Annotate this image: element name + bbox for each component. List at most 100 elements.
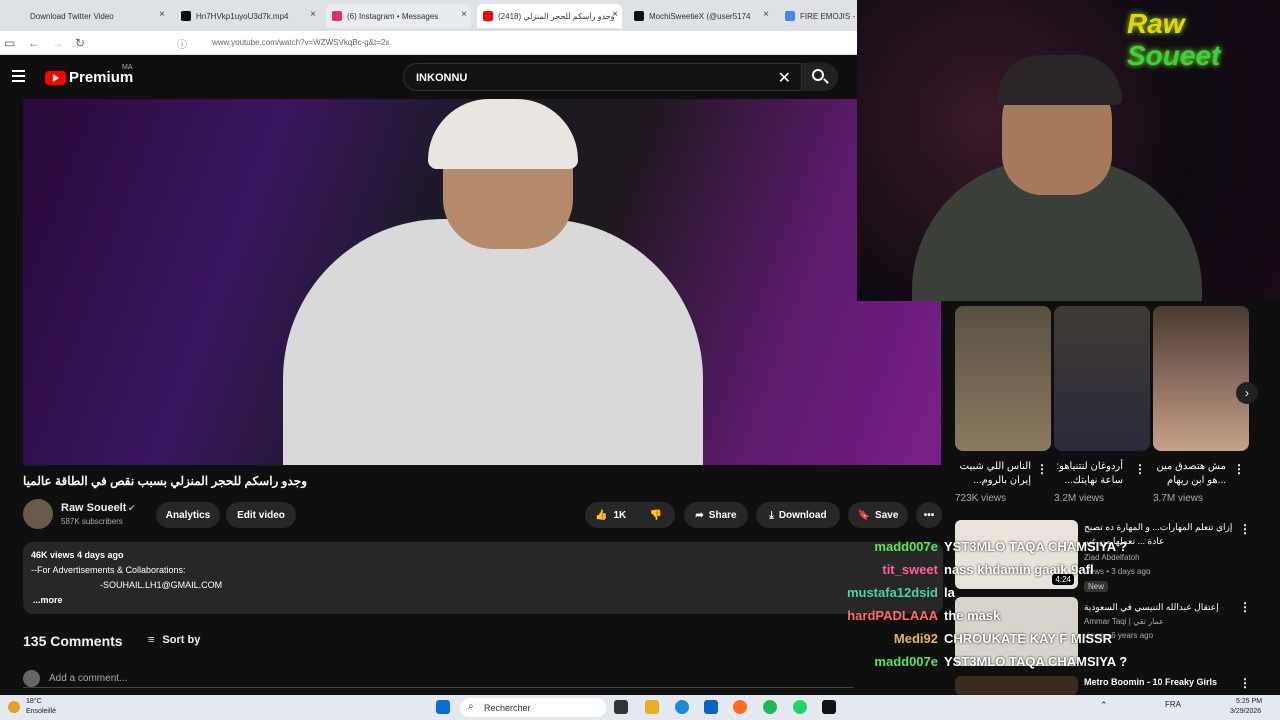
clock-time[interactable]: 5:25 PM <box>1236 698 1262 705</box>
chat-message: Medi92 CHROUKATE KAY F MISSR <box>830 627 1140 650</box>
taskbar-search[interactable]: ⌕ Rechercher <box>460 698 606 717</box>
tab-download-twitter[interactable]: Download Twitter Video × <box>24 4 169 28</box>
url-field[interactable]: www.youtube.com/watch?v=WZWSVkqBc-g&t=2s <box>212 38 389 47</box>
chevron-up-icon[interactable]: ⌃ <box>1100 700 1108 711</box>
store-icon[interactable] <box>704 700 718 714</box>
view-meta: 46K views 4 days ago <box>31 550 124 560</box>
start-icon[interactable] <box>436 700 450 714</box>
close-tab-icon[interactable]: × <box>461 9 467 20</box>
chevron-right-icon[interactable]: › <box>1236 382 1258 404</box>
download-icon: ⤓ <box>769 509 774 521</box>
search-box[interactable]: INKONNU ✕ <box>403 63 802 91</box>
reload-icon[interactable]: ↻ <box>75 36 85 50</box>
instagram-icon <box>332 11 342 21</box>
short-views: 3.7M views <box>1153 493 1204 504</box>
share-icon: ➦ <box>695 509 704 521</box>
chat-text: la <box>944 585 955 600</box>
chat-text: nass khdamin gaaik 9afl <box>944 562 1094 577</box>
video-player[interactable] <box>23 99 941 465</box>
close-tab-icon[interactable]: × <box>310 9 316 20</box>
region-label: MA <box>122 64 133 71</box>
back-icon[interactable]: ← <box>28 36 40 50</box>
weather-temp[interactable]: 18°C <box>26 698 42 705</box>
premium-logo[interactable]: Premium <box>69 69 133 86</box>
chat-message: hardPADLAAA the mask <box>830 604 1140 627</box>
close-tab-icon[interactable]: × <box>612 9 618 20</box>
tab-youtube[interactable]: (2418) وجدو راسكم للحجر المنزلي × <box>477 4 622 28</box>
short-thumbnail[interactable] <box>1153 306 1249 451</box>
close-tab-icon[interactable]: × <box>159 9 165 20</box>
menu-icon[interactable] <box>12 70 25 82</box>
related-title[interactable]: Metro Boomin - 10 Freaky Girls <box>1084 677 1217 687</box>
search-input[interactable]: INKONNU <box>416 72 467 84</box>
tiktok-icon <box>634 11 644 21</box>
site-info-icon[interactable]: ⓘ <box>177 36 187 51</box>
analytics-button[interactable]: Analytics <box>156 502 220 528</box>
sort-icon: ≡ <box>148 634 155 646</box>
close-tab-icon[interactable]: × <box>763 9 769 20</box>
description-line-1: --For Advertisements & Collaborations: <box>31 565 186 575</box>
language-indicator[interactable]: FRA <box>1165 700 1181 709</box>
thumbs-down-icon: 👎 <box>649 509 663 521</box>
chat-text: YST3MLO TAQA CHAMSIYA ? <box>944 539 1128 554</box>
chat-text: CHROUKATE KAY F MISSR <box>944 631 1113 646</box>
more-vert-icon[interactable]: ⋮ <box>1239 600 1251 614</box>
forward-icon[interactable]: → <box>52 36 64 50</box>
verified-icon: ✔ <box>128 503 136 513</box>
sort-button[interactable]: ≡ Sort by <box>148 634 200 646</box>
search-button[interactable] <box>802 63 838 91</box>
related-thumbnail[interactable] <box>955 676 1078 695</box>
channel-avatar[interactable] <box>23 499 53 529</box>
edit-video-button[interactable]: Edit video <box>226 502 296 528</box>
windows-taskbar: 18°C Ensoleillé ⌕ Rechercher ⌃ FRA 5:25 P… <box>0 695 1280 720</box>
search-icon: ⌕ <box>468 701 474 712</box>
like-button[interactable]: 👍 1K <box>585 502 637 528</box>
edge-icon[interactable] <box>675 700 689 714</box>
app-icon[interactable] <box>822 700 836 714</box>
channel-row: Raw Soueelt ✔ 587K subscribers Analytics… <box>23 499 943 531</box>
short-thumbnail[interactable] <box>955 306 1051 451</box>
more-vert-icon[interactable]: ⋮ <box>1239 676 1251 690</box>
task-view-icon[interactable] <box>614 700 628 714</box>
description-box[interactable]: 46K views 4 days ago --For Advertisement… <box>23 542 943 614</box>
short-title[interactable]: مش هتصدق مين ...هو ابن ريهام <box>1141 460 1226 488</box>
x-logo-icon <box>181 11 191 21</box>
channel-name[interactable]: Raw Soueelt <box>61 502 126 514</box>
weather-desc[interactable]: Ensoleillé <box>26 708 56 715</box>
chat-username: madd007e <box>874 654 938 669</box>
more-vert-icon[interactable]: ⋮ <box>1036 462 1048 476</box>
youtube-logo-icon[interactable] <box>45 71 66 85</box>
short-title[interactable]: الناس اللي شبيت إيران بالروم... <box>946 460 1031 488</box>
file-explorer-icon[interactable] <box>645 700 659 714</box>
dislike-button[interactable]: 👎 <box>637 502 675 528</box>
share-button[interactable]: ➦ Share <box>684 502 748 528</box>
spotify-icon[interactable] <box>763 700 777 714</box>
clock-date[interactable]: 3/29/2026 <box>1230 708 1261 715</box>
add-comment-field[interactable]: Add a comment... <box>23 670 853 688</box>
more-link[interactable]: ...more <box>33 595 63 605</box>
related-title[interactable]: إزاي تتعلم المهارات... و المهارة ده تصبح <box>1084 522 1232 533</box>
save-button[interactable]: 🔖 Save <box>848 502 908 528</box>
download-button[interactable]: ⤓ Download <box>756 502 840 528</box>
more-vert-icon[interactable]: ⋮ <box>1134 462 1146 476</box>
tab-tiktok[interactable]: MochiSweetieX (@user5174 × <box>628 4 773 28</box>
chat-message: madd007e YST3MLO TAQA CHAMSIYA ? <box>830 650 1140 673</box>
tab-mp4[interactable]: Hn7HVkp1uyoU3d7k.mp4 × <box>175 4 320 28</box>
firefox-icon[interactable] <box>733 700 747 714</box>
chat-text: YST3MLO TAQA CHAMSIYA ? <box>944 654 1128 669</box>
tab-fire-emojis[interactable]: FIRE EMOJIS - <box>779 4 857 28</box>
chat-username: madd007e <box>874 539 938 554</box>
more-vert-icon[interactable]: ⋮ <box>1233 462 1245 476</box>
search-icon <box>812 69 824 81</box>
description-line-2: -SOUHAIL.LH1@GMAIL.COM <box>100 580 223 590</box>
short-thumbnail[interactable] <box>1054 306 1150 451</box>
weather-icon[interactable] <box>8 701 20 713</box>
clear-icon[interactable]: ✕ <box>778 68 791 88</box>
tab-instagram[interactable]: (6) Instagram • Messages × <box>326 4 471 28</box>
tab-actions-icon[interactable]: ▭ <box>4 36 15 50</box>
short-title[interactable]: أردوغان لنتنياهو: ساعة نهايتك... <box>1038 460 1123 488</box>
more-actions-button[interactable]: ••• <box>916 502 942 528</box>
whatsapp-icon[interactable] <box>793 700 807 714</box>
google-icon <box>785 11 795 21</box>
more-vert-icon[interactable]: ⋮ <box>1239 522 1251 536</box>
